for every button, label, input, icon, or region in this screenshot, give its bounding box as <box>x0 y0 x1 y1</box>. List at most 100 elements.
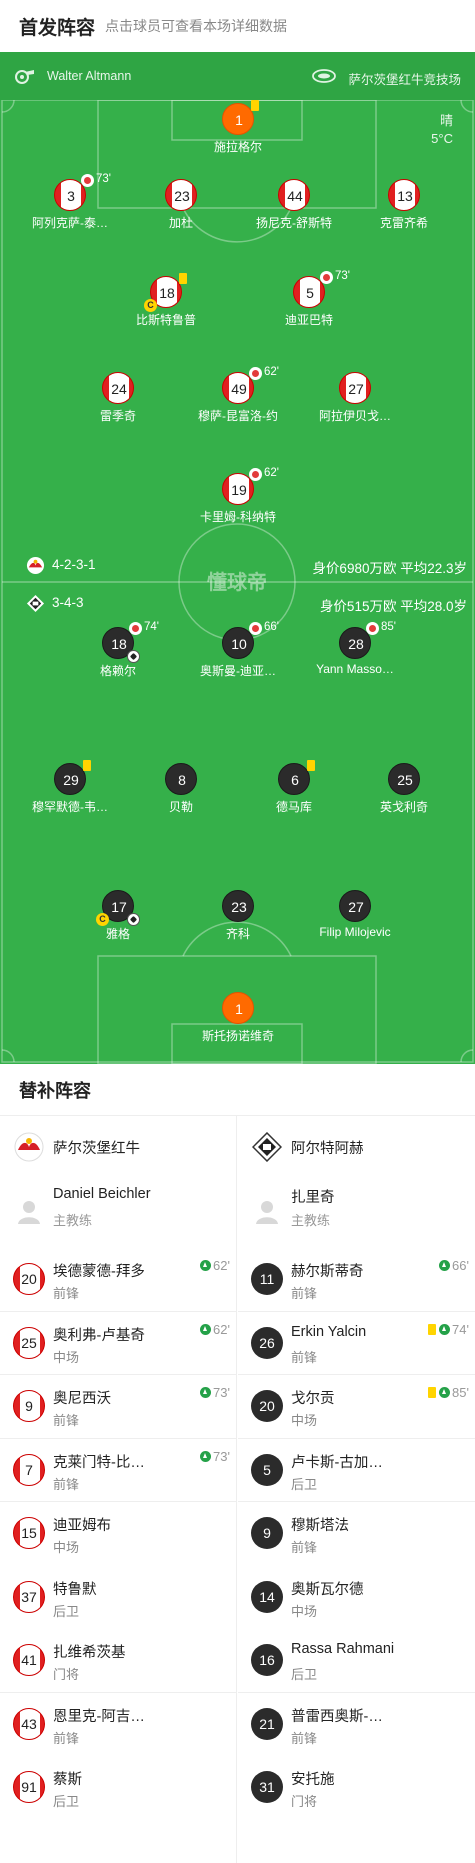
yellow-card-icon <box>307 760 315 771</box>
sub-in-icon <box>439 1323 451 1335</box>
away-team-summary: 3-4-3 身价515万欧 平均28.0岁 <box>0 594 475 614</box>
sub-in-time: 62' <box>200 1322 230 1337</box>
coach-name: 扎里奇 <box>291 1190 335 1206</box>
player-away-def-1[interactable]: 17 C 雅格 <box>58 890 178 942</box>
coach-name: Daniel Beichler <box>53 1186 151 1202</box>
page-subtitle: 点击球员可查看本场详细数据 <box>105 18 287 34</box>
yellow-card-icon <box>83 760 91 771</box>
player-home-mid-1[interactable]: 18 C 比斯特鲁普 <box>106 273 226 328</box>
sub-player-row[interactable]: 31 安托施 门将 <box>238 1756 475 1820</box>
player-away-mid-4[interactable]: 25 英戈利奇 <box>344 763 464 815</box>
sub-player-row[interactable]: 43 恩里克-阿吉… 前锋 <box>0 1693 236 1757</box>
sub-in-time: 62' <box>200 1258 230 1273</box>
yellow-card-icon <box>428 1323 437 1335</box>
sub-player-row[interactable]: 25 奥利弗-卢基奇 中场 62' <box>0 1312 236 1375</box>
coach-avatar-icon <box>256 1201 278 1224</box>
player-home-am-2[interactable]: 49 62' 穆萨-昆富洛-约 <box>178 366 298 424</box>
away-team-row[interactable]: 阿尔特阿赫 <box>238 1116 475 1176</box>
coach-role: 主教练 <box>291 1213 331 1228</box>
home-subs-column: 萨尔茨堡红牛 Daniel Beichler 主教练 20 埃德蒙德-拜多 前锋… <box>0 1116 237 1863</box>
player-home-fw[interactable]: 19 62' 卡里姆-科纳特 <box>178 467 298 525</box>
sub-in-icon <box>200 1323 212 1335</box>
sub-out-icon <box>81 174 94 187</box>
home-coach[interactable]: Daniel Beichler 主教练 <box>0 1176 236 1248</box>
home-team-row[interactable]: 萨尔茨堡红牛 <box>0 1116 236 1176</box>
player-away-mid-3[interactable]: 6 德马库 <box>234 760 354 815</box>
yellow-card-icon <box>428 1387 437 1398</box>
sub-player-row[interactable]: 16 Rassa Rahmani 后卫 <box>238 1629 475 1693</box>
sub-player-row[interactable]: 21 普雷西奥斯-… 前锋 <box>238 1693 475 1757</box>
sub-out-icon <box>249 367 262 380</box>
player-home-def-1[interactable]: 3 73' 阿列克萨-泰… <box>10 173 130 231</box>
weather-condition: 晴 <box>439 113 453 128</box>
sub-player-row[interactable]: 9 穆斯塔法 前锋 <box>238 1502 475 1566</box>
away-coach[interactable]: 扎里奇 主教练 <box>238 1176 475 1248</box>
goal-ball-icon <box>127 650 140 663</box>
sub-in-time: 73' <box>200 1385 230 1400</box>
player-home-mid-2[interactable]: 5 73' 迪亚巴特 <box>249 270 369 328</box>
lineup-page: 首发阵容 点击球员可查看本场详细数据 Walter Altmann 萨尔茨堡红牛… <box>0 0 475 1863</box>
coach-avatar-icon <box>18 1201 40 1224</box>
substitutes-section: 替补阵容 萨尔茨堡红牛 Daniel Beichler 主教练 20 埃德蒙德-… <box>0 1064 475 1863</box>
sub-out-icon <box>320 271 333 284</box>
sub-player-row[interactable]: 9 奥尼西沃 前锋 73' <box>0 1375 236 1439</box>
player-away-mid-1[interactable]: 29 穆罕默德-韦… <box>10 760 130 815</box>
sub-player-row[interactable]: 11 赫尔斯蒂奇 前锋 66' <box>238 1248 475 1312</box>
player-home-def-4[interactable]: 13 克雷齐希 <box>344 179 464 231</box>
player-home-def-2[interactable]: 23 加杜 <box>121 179 241 231</box>
whistle-icon <box>15 70 34 84</box>
captain-icon: C <box>144 299 157 312</box>
sub-in-time: 66' <box>439 1258 469 1273</box>
sub-player-row[interactable]: 20 埃德蒙德-拜多 前锋 62' <box>0 1248 236 1312</box>
sub-out-icon <box>129 622 142 635</box>
away-team-logo-icon <box>26 594 45 613</box>
page-title: 首发阵容 <box>19 18 96 39</box>
sub-out-icon <box>249 468 262 481</box>
player-home-gk[interactable]: 1 施拉格尔 <box>178 100 298 155</box>
sub-player-row[interactable]: 7 克莱门特-比… 前锋 73' <box>0 1439 236 1502</box>
lineup-header: 首发阵容 点击球员可查看本场详细数据 <box>0 0 475 52</box>
sub-in-time: 73' <box>200 1449 230 1464</box>
player-away-def-3[interactable]: 27 Filip Milojevic <box>295 890 415 939</box>
stadium-icon <box>312 69 336 83</box>
away-team-name: 阿尔特阿赫 <box>291 1141 364 1157</box>
sub-player-row[interactable]: 20 戈尔贡 中场 85' <box>238 1375 475 1439</box>
sub-player-row[interactable]: 15 迪亚姆布 中场 <box>0 1502 236 1566</box>
home-team-name: 萨尔茨堡红牛 <box>53 1141 140 1157</box>
sub-player-row[interactable]: 37 特鲁默 后卫 <box>0 1566 236 1630</box>
pitch: Walter Altmann 萨尔茨堡红牛竞技场 懂球帝 晴 5°C 1 施拉格… <box>0 52 475 1064</box>
yellow-card-icon <box>251 100 259 111</box>
player-away-fw-1[interactable]: 18 74' 格赖尔 <box>58 621 178 679</box>
player-away-def-2[interactable]: 23 齐科 <box>178 890 298 942</box>
match-info-bar: Walter Altmann 萨尔茨堡红牛竞技场 <box>0 52 475 100</box>
sub-player-row[interactable]: 5 卢卡斯-古加… 后卫 <box>238 1439 475 1502</box>
player-home-def-3[interactable]: 44 扬尼克-舒斯特 <box>234 179 354 231</box>
player-away-fw-3[interactable]: 28 85' Yann Masso… <box>295 621 415 676</box>
home-formation: 4-2-3-1 <box>52 557 96 572</box>
player-away-mid-2[interactable]: 8 贝勒 <box>121 763 241 815</box>
sub-player-row[interactable]: 26 Erkin Yalcin 前锋 74' <box>238 1312 475 1375</box>
home-team-logo-icon <box>14 1132 44 1162</box>
sub-out-icon <box>249 622 262 635</box>
sub-player-row[interactable]: 14 奥斯瓦尔德 中场 <box>238 1566 475 1630</box>
player-home-am-3[interactable]: 27 阿拉伊贝戈… <box>295 372 415 424</box>
weather-info: 晴 5°C <box>431 112 453 148</box>
sub-player-row[interactable]: 91 蔡斯 后卫 <box>0 1756 236 1820</box>
sub-out-icon <box>366 622 379 635</box>
sub-in-time: 74' <box>428 1322 469 1337</box>
temperature: 5°C <box>431 131 453 146</box>
coach-role: 主教练 <box>53 1213 93 1228</box>
away-subs-column: 阿尔特阿赫 扎里奇 主教练 11 赫尔斯蒂奇 前锋 66' 26 Erkin Y… <box>238 1116 475 1820</box>
player-away-gk[interactable]: 1 斯托扬诺维奇 <box>178 992 298 1044</box>
goal-ball-icon <box>127 913 140 926</box>
home-value-info: 身价6980万欧 平均22.3岁 <box>312 561 467 576</box>
stadium-name: 萨尔茨堡红牛竞技场 <box>348 73 461 87</box>
player-away-fw-2[interactable]: 10 66' 奥斯曼-迪亚… <box>178 621 298 679</box>
sub-player-row[interactable]: 41 扎维希茨基 门将 <box>0 1629 236 1693</box>
home-team-logo-icon <box>26 556 45 575</box>
away-formation: 3-4-3 <box>52 595 84 610</box>
captain-icon: C <box>96 913 109 926</box>
player-home-am-1[interactable]: 24 雷季奇 <box>58 372 178 424</box>
sub-in-icon <box>200 1450 212 1462</box>
sub-in-icon <box>200 1260 212 1271</box>
